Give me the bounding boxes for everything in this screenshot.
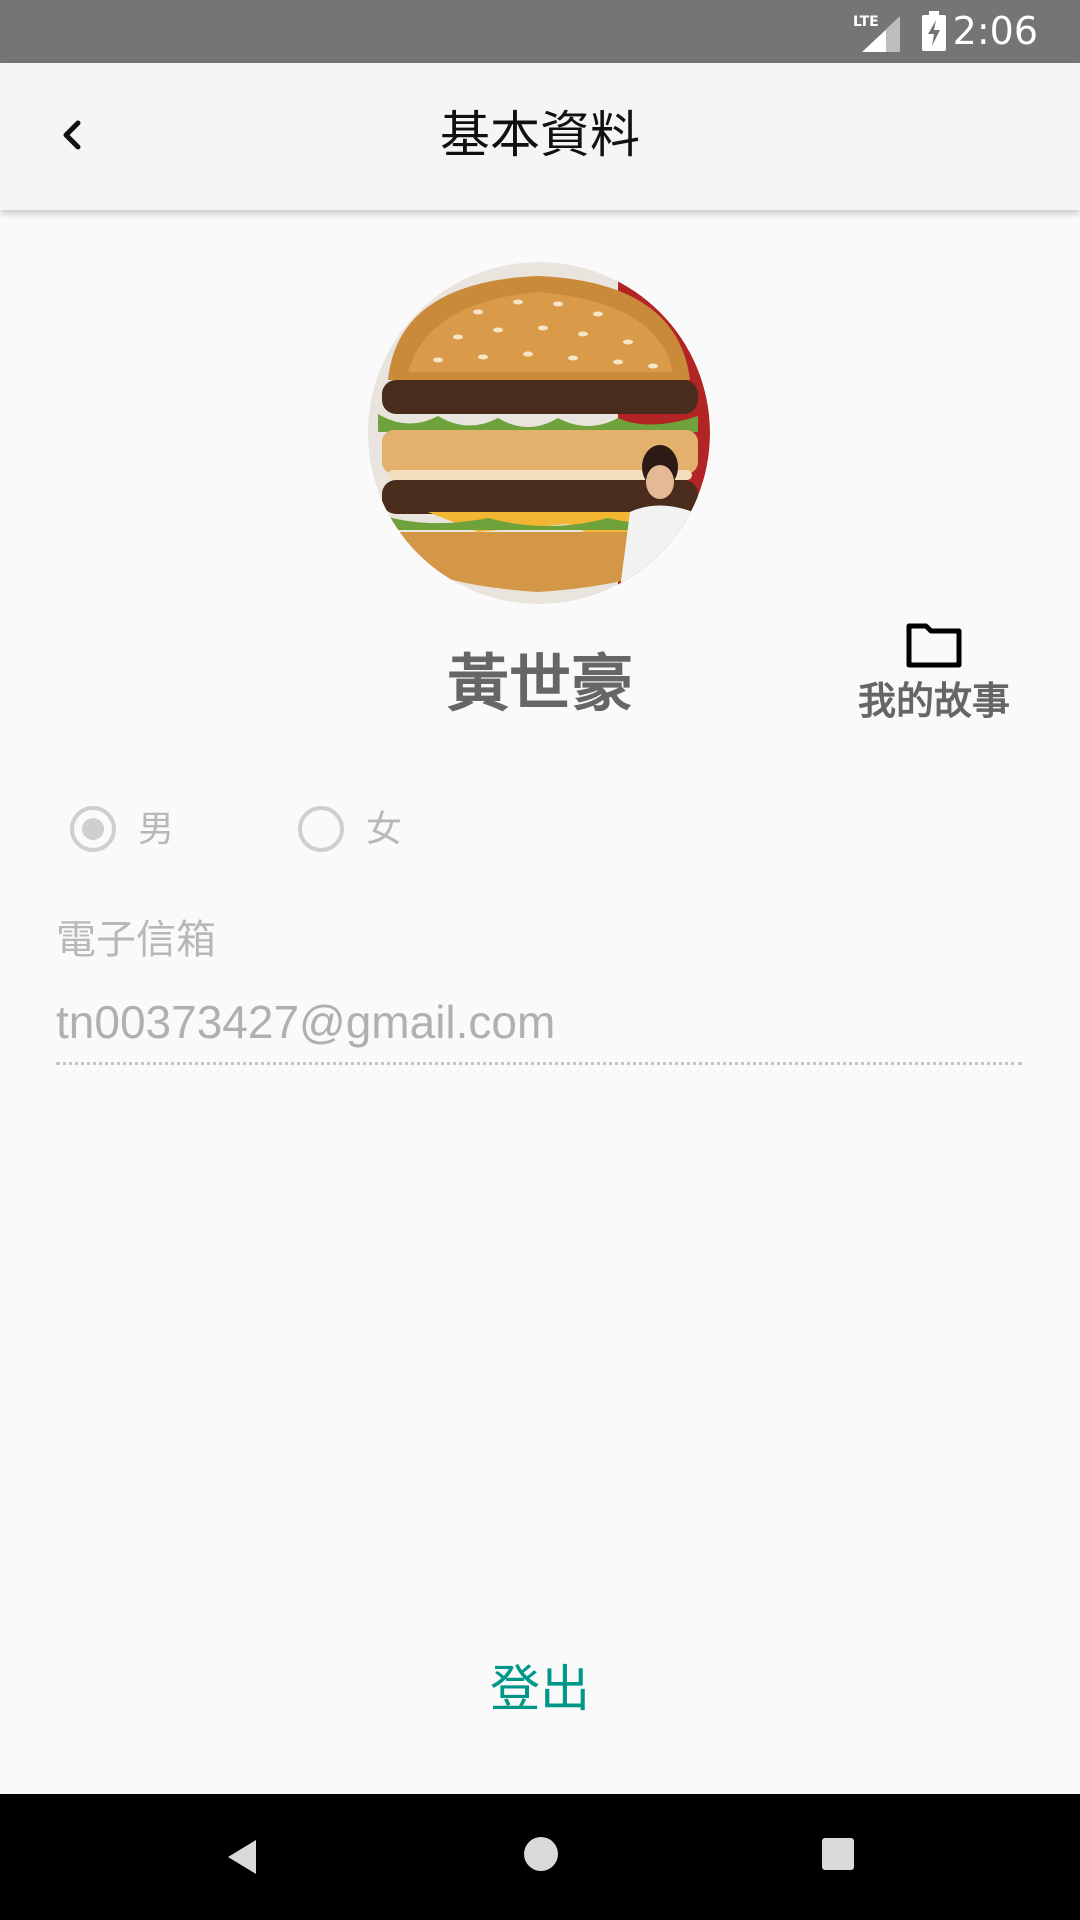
avatar[interactable] bbox=[368, 262, 710, 604]
my-story-button[interactable]: 我的故事 bbox=[846, 616, 1022, 726]
avatar-image bbox=[368, 262, 710, 604]
page-title: 基本資料 bbox=[440, 106, 640, 164]
radio-circle bbox=[298, 806, 344, 852]
user-name: 黃世豪 bbox=[446, 647, 633, 720]
radio-female-label: 女 bbox=[366, 809, 403, 850]
radio-female[interactable]: 女 bbox=[298, 802, 438, 862]
status-bar: LTE 2:06 bbox=[0, 0, 1080, 63]
radio-dot bbox=[82, 818, 104, 840]
navigation-bar bbox=[0, 1794, 1080, 1920]
my-story-label: 我的故事 bbox=[857, 679, 1010, 723]
battery-charging-icon bbox=[922, 11, 946, 51]
nav-back-icon[interactable] bbox=[220, 1834, 266, 1880]
logout-button[interactable]: 登出 bbox=[440, 1656, 640, 1722]
folder-icon bbox=[906, 623, 962, 668]
lte-signal-icon: LTE bbox=[853, 14, 900, 52]
app-bar: 基本資料 bbox=[0, 63, 1080, 210]
radio-male-label: 男 bbox=[138, 809, 175, 850]
nav-recents-icon[interactable] bbox=[818, 1834, 858, 1874]
radio-male[interactable]: 男 bbox=[70, 802, 210, 862]
network-label: LTE bbox=[853, 14, 879, 30]
email-label: 電子信箱 bbox=[56, 917, 216, 963]
nav-home-icon[interactable] bbox=[518, 1831, 564, 1877]
email-field[interactable] bbox=[56, 982, 1022, 1065]
status-time: 2:06 bbox=[952, 9, 1038, 53]
